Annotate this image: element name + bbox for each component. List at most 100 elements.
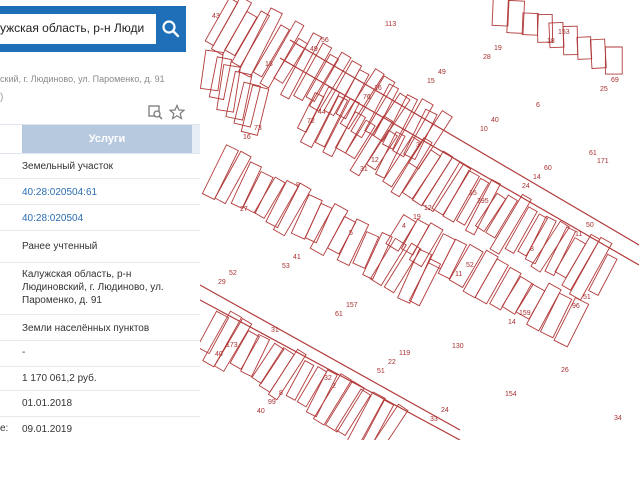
parcel-number-label: 72 [307, 118, 315, 125]
parcel-number-label: 6 [536, 102, 540, 109]
tab-uslugi[interactable]: Услуги [22, 125, 192, 153]
parcel-number-label: 173 [226, 342, 238, 349]
parcel-number-label: 40 [491, 117, 499, 124]
parcel-number-label: 15 [427, 78, 435, 85]
parcel-number-label: 4 [402, 223, 406, 230]
detail-row-category: Земли населённых пунктов [0, 314, 200, 341]
parcel-number-label: 52 [466, 262, 474, 269]
parcel-number-label: 12 [424, 205, 432, 212]
detail-row-status: Ранее учтенный [0, 230, 200, 263]
parcel-number-label: 49 [310, 46, 318, 53]
parcel-number-label: 130 [452, 343, 464, 350]
parcel-number-label: 22 [388, 359, 396, 366]
object-status: Ранее учтенный [22, 241, 98, 252]
parcel-number-label: 8 [530, 246, 534, 253]
parcel-number-label: 157 [346, 302, 358, 309]
zoom-to-icon[interactable] [147, 104, 163, 120]
parcel-number-label: 29 [218, 279, 226, 286]
search-input[interactable]: ужская область, р-н Люди [0, 21, 144, 35]
parcel-number-label: 31 [271, 327, 279, 334]
parcel-number-label: 61 [335, 311, 343, 318]
parcel-number-label: 159 [519, 310, 531, 317]
parcel-number-label: 61 [589, 150, 597, 157]
parcel-number-label: 33 [430, 416, 438, 423]
land-category: Земли населённых пунктов [22, 323, 150, 334]
parcel-number-label: 113 [385, 21, 396, 28]
parcel-number-label: 49 [438, 69, 446, 76]
parcel-number-label: 40 [215, 351, 223, 358]
parcel-number-label: 153 [558, 29, 570, 36]
parcel-number-label: 119 [399, 350, 410, 357]
parcel-number-label: 31 [360, 166, 368, 173]
parcel-number-label: 11 [575, 231, 582, 238]
parcel-number-label: 3 [416, 142, 420, 149]
cadastral-cost: 1 170 061,2 руб. [22, 373, 97, 384]
parcel-number-label: 154 [505, 391, 517, 398]
parcel-number-label: 13 [265, 61, 273, 68]
parcel-number-label: 60 [544, 165, 552, 172]
parcel-number-label: 69 [611, 77, 619, 84]
parcel-number-label: 99 [268, 399, 276, 406]
parcel-number-label: 24 [522, 183, 530, 190]
address-suffix: ) [0, 92, 4, 103]
search-bar: ужская область, р-н Люди [0, 6, 186, 52]
parcel-number-label: 15 [469, 190, 477, 197]
parcel-number-label: 34 [614, 415, 622, 422]
panel-tabs: Услуги [0, 124, 200, 154]
detail-row-cost: 1 170 061,2 руб. [0, 366, 200, 391]
parcel-number-label: 24 [441, 407, 449, 414]
detail-row-use: - [0, 340, 200, 367]
search-icon [162, 20, 180, 38]
parcel-number-label: 41 [293, 254, 301, 261]
parcel-number-label: 25 [600, 86, 608, 93]
date-2-label: е: [0, 423, 9, 434]
parcel-number-label: 40 [257, 408, 265, 415]
object-tools [147, 104, 187, 122]
parcel-number-label: 16 [374, 85, 382, 92]
detail-row-cadastral-number: 40:28:020504:61 [0, 178, 200, 205]
parcel-number-label: 19 [494, 45, 502, 52]
parcel-number-label: 27 [240, 206, 248, 213]
address-line-2: Людиновский, г. Людиново, ул. [22, 282, 164, 293]
info-panel: ужская область, р-н Люди ский, г. Людино… [0, 0, 200, 440]
search-button[interactable] [160, 18, 182, 40]
parcel-number-label: 2 [332, 383, 336, 390]
address-line-3: Пароменко, д. 91 [22, 295, 102, 306]
search-input-box[interactable]: ужская область, р-н Люди [0, 14, 156, 44]
date-1: 01.01.2018 [22, 398, 73, 409]
parcel-number-label: 171 [597, 158, 609, 165]
parcel-number-label: 76 [363, 94, 371, 101]
parcel-number-label: 28 [483, 54, 491, 61]
parcel-number-label: 8 [279, 390, 283, 397]
parcel-number-label: 10 [480, 126, 488, 133]
parcel-number-label: 51 [583, 294, 591, 301]
detail-row-type: Земельный участок [0, 152, 200, 179]
object-address-summary: ский, г. Людиново, ул. Пароменко, д. 91 [0, 74, 165, 84]
cadastral-map[interactable]: 4313441212295851173821134940601712741157… [200, 0, 639, 440]
star-icon[interactable] [169, 104, 185, 120]
date-2: 09.01.2019 [22, 424, 73, 435]
parcel-number-label: 50 [586, 222, 594, 229]
parcel-number-label: 5 [349, 230, 353, 237]
detail-row-quarter: 40:28:020504 [0, 204, 200, 231]
parcel-number-label: 14 [533, 174, 541, 181]
parcel-number-label: 19 [413, 214, 421, 221]
parcel-number-label: 51 [377, 368, 385, 375]
parcel-number-label: 43 [212, 13, 220, 20]
bottom-strip [0, 440, 639, 480]
parcel-number-label: 9 [296, 182, 300, 189]
parcel-number-label: 18 [547, 38, 555, 45]
parcel-number-label: 53 [282, 263, 290, 270]
cadastral-quarter-link[interactable]: 40:28:020504 [22, 212, 83, 225]
parcel-number-label: 14 [508, 319, 516, 326]
detail-row-date-1: 01.01.2018 [0, 390, 200, 417]
permitted-use: - [22, 347, 26, 358]
parcel-number-label: 73 [254, 125, 262, 132]
parcel-number-label: 11 [455, 271, 462, 278]
parcel-number-label: 295 [477, 198, 489, 205]
detail-row-address: Калужская область, р-н Людиновский, г. Л… [0, 262, 200, 315]
tab-info[interactable] [0, 125, 22, 153]
parcel-number-label: 12 [371, 157, 379, 164]
cadastral-number-link[interactable]: 40:28:020504:61 [22, 186, 97, 199]
parcel-number-label: 96 [572, 303, 580, 310]
